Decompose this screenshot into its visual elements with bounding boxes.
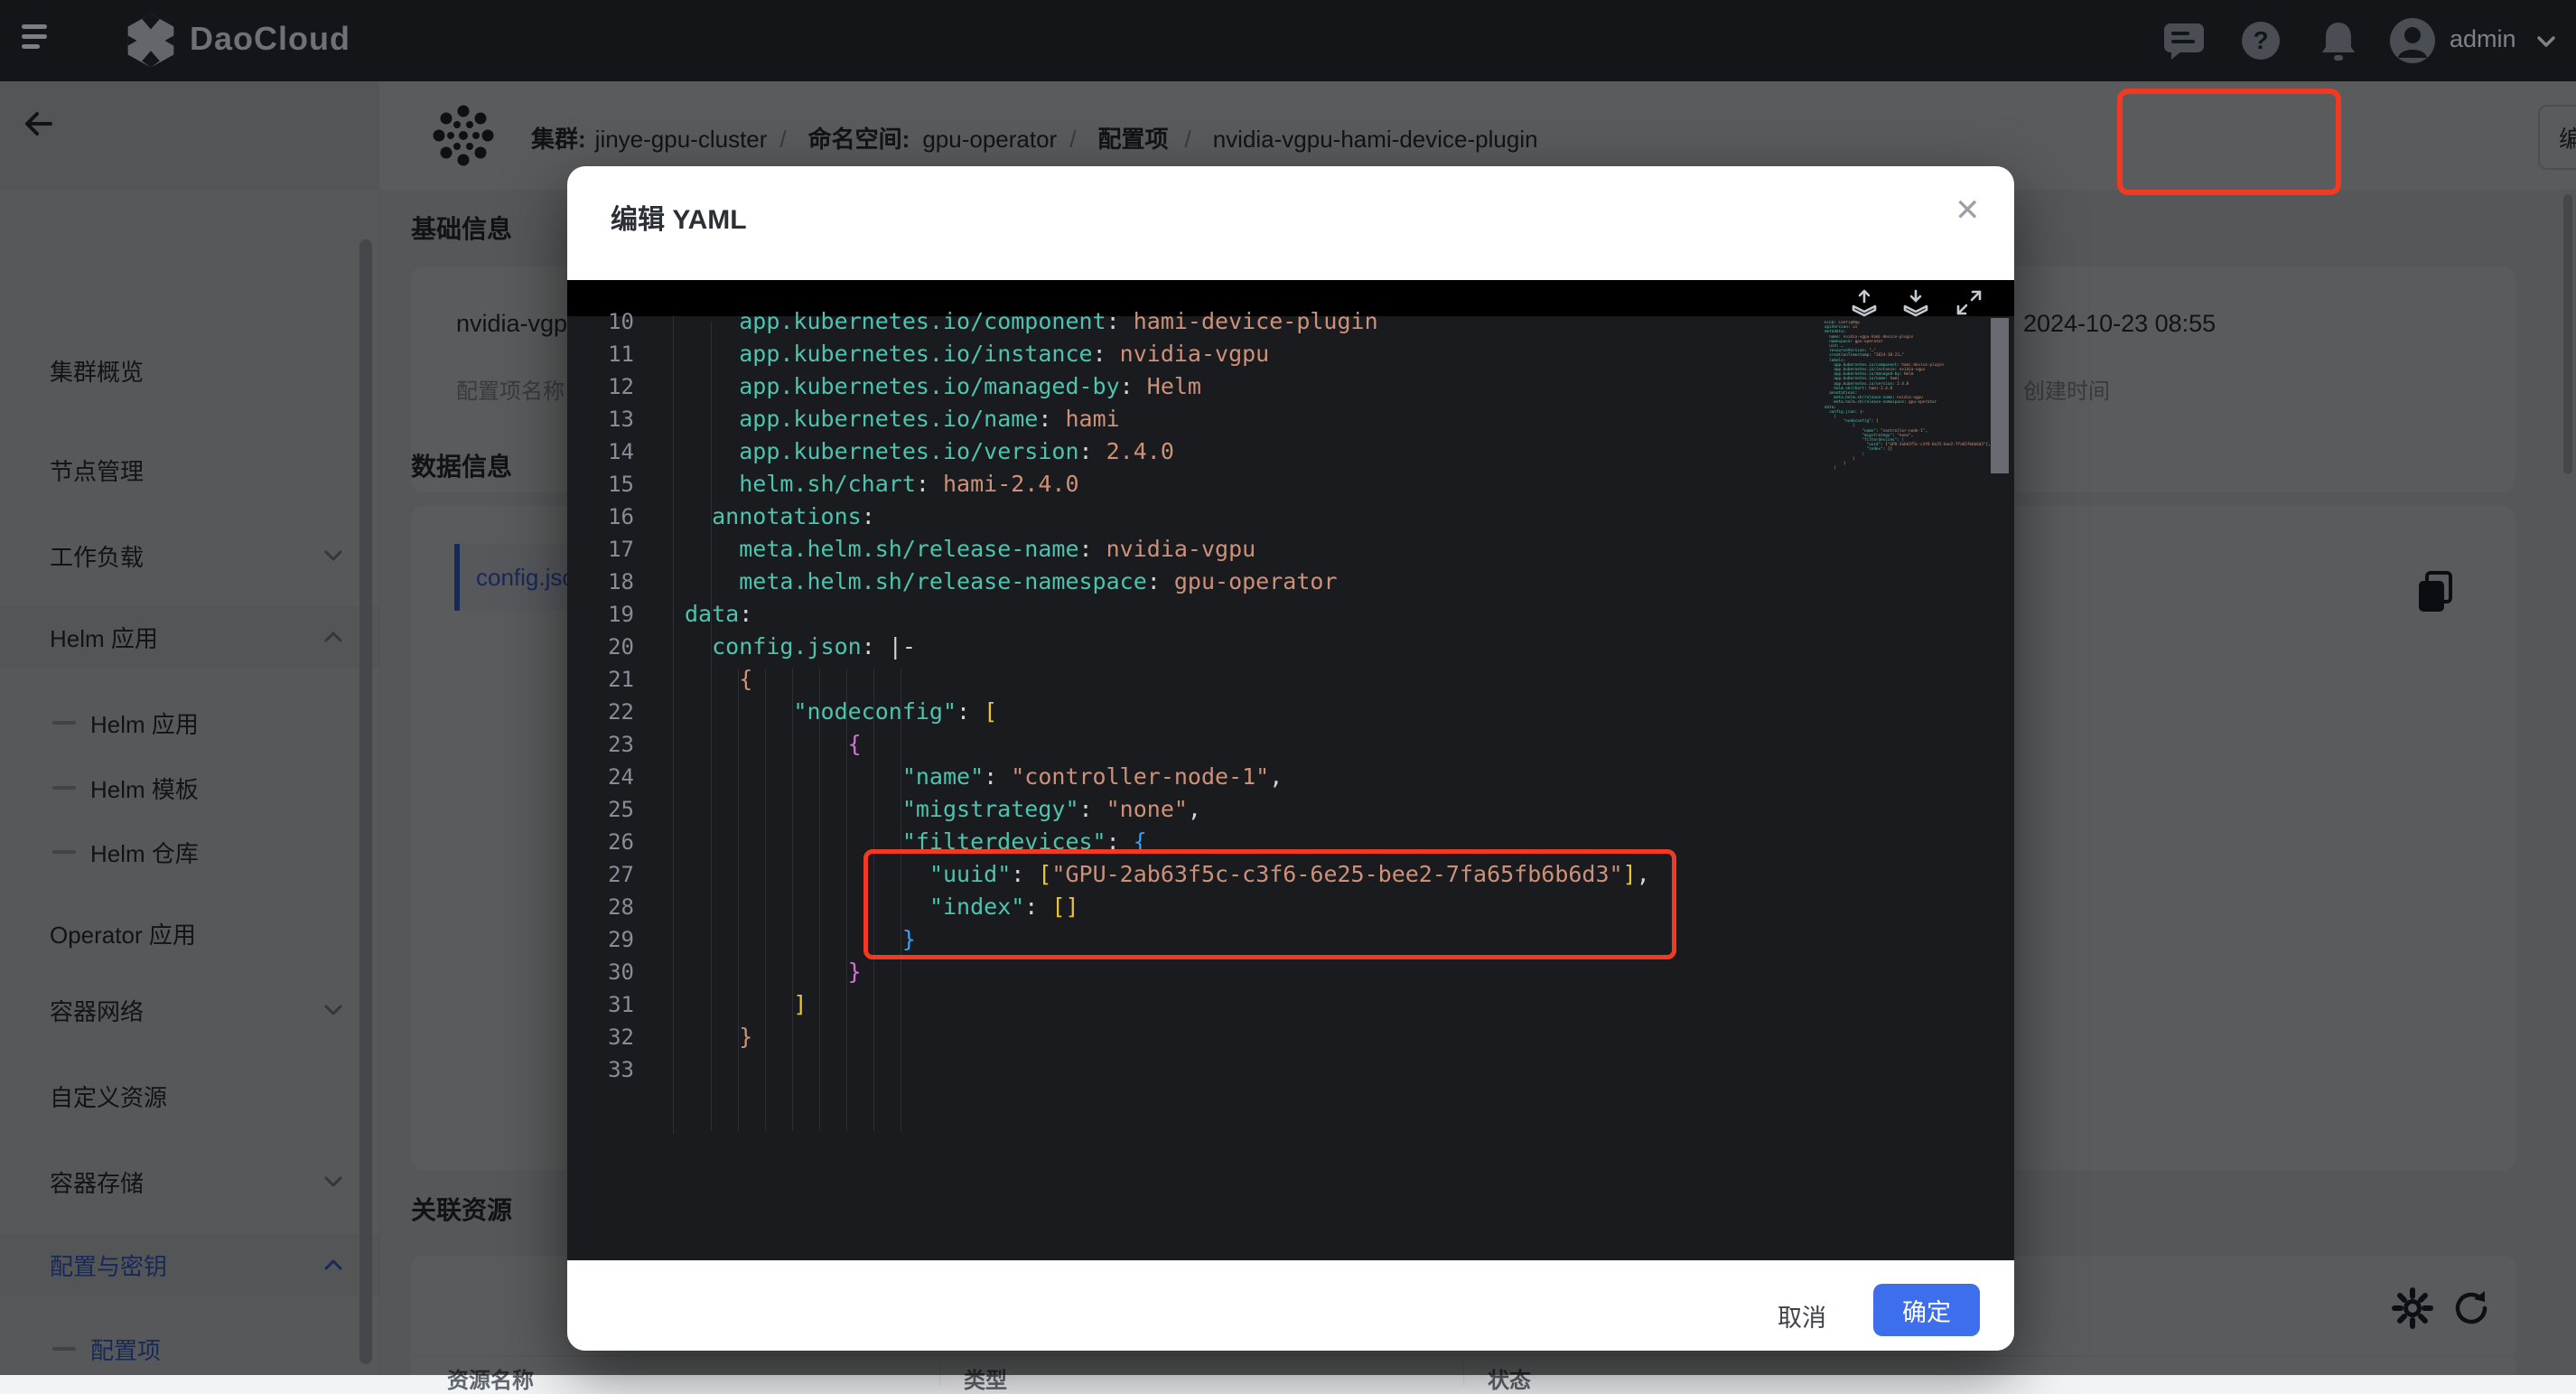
- line-number: 27: [594, 858, 634, 891]
- line-number: 32: [594, 1021, 634, 1053]
- code-line-24: 24 "name": "controller-node-1",: [567, 761, 2014, 793]
- code-line-17: 17 meta.helm.sh/release-name: nvidia-vgp…: [567, 533, 2014, 566]
- editor-minimap[interactable]: kind: ConfigMapapiVersion: v1metadata: n…: [1825, 321, 2001, 476]
- line-number: 12: [594, 370, 634, 403]
- line-number: 17: [594, 533, 634, 566]
- line-number: 24: [594, 761, 634, 793]
- code-line-18: 18 meta.helm.sh/release-namespace: gpu-o…: [567, 566, 2014, 598]
- code-line-12: 12 app.kubernetes.io/managed-by: Helm: [567, 370, 2014, 403]
- line-number: 19: [594, 598, 634, 631]
- help-icon[interactable]: ?: [2240, 20, 2282, 66]
- code-line-11: 11 app.kubernetes.io/instance: nvidia-vg…: [567, 338, 2014, 370]
- top-navbar: DaoCloud ? admin: [0, 0, 2576, 81]
- cancel-button[interactable]: 取消: [1778, 1298, 1826, 1333]
- code-line-30: 30 }: [567, 956, 2014, 988]
- line-number: 10: [594, 305, 634, 338]
- line-number: 18: [594, 566, 634, 598]
- modal-footer: 取消 确定: [567, 1260, 2014, 1351]
- line-number: 22: [594, 696, 634, 728]
- line-number: 33: [594, 1053, 634, 1086]
- confirm-button[interactable]: 确定: [1873, 1284, 1980, 1336]
- line-number: 15: [594, 468, 634, 501]
- annotation-box-filterdevices: [863, 849, 1676, 959]
- svg-text:?: ?: [2253, 26, 2268, 54]
- notification-bell-icon[interactable]: [2318, 19, 2359, 67]
- line-number: 13: [594, 403, 634, 435]
- username: admin: [2450, 25, 2516, 53]
- code-line-25: 25 "migstrategy": "none",: [567, 793, 2014, 826]
- line-number: 20: [594, 631, 634, 663]
- editor-scrollbar[interactable]: [1991, 318, 2009, 473]
- code-line-20: 20 config.json: |-: [567, 631, 2014, 663]
- message-icon[interactable]: [2162, 22, 2206, 66]
- line-number: 16: [594, 501, 634, 533]
- daocloud-logo-icon: [125, 13, 177, 73]
- code-line-32: 32 }: [567, 1021, 2014, 1053]
- code-line-16: 16 annotations:: [567, 501, 2014, 533]
- line-number: 28: [594, 891, 634, 923]
- avatar[interactable]: [2389, 17, 2436, 69]
- code-line-14: 14 app.kubernetes.io/version: 2.4.0: [567, 435, 2014, 468]
- annotation-box-edit-yaml: [2117, 89, 2341, 195]
- modal-title: 编辑 YAML: [611, 197, 747, 237]
- code-line-33: 33: [567, 1053, 2014, 1086]
- user-menu-chevron-icon[interactable]: [2534, 30, 2558, 58]
- code-line-19: 19data:: [567, 598, 2014, 631]
- line-number: 14: [594, 435, 634, 468]
- code-line-31: 31 ]: [567, 988, 2014, 1021]
- line-number: 25: [594, 793, 634, 826]
- edit-yaml-modal: 编辑 YAML ✕: [567, 166, 2014, 1351]
- brand-name: DaoCloud: [190, 20, 350, 58]
- line-number: 11: [594, 338, 634, 370]
- code-line-21: 21 {: [567, 663, 2014, 696]
- yaml-editor[interactable]: 10 app.kubernetes.io/component: hami-dev…: [567, 280, 2014, 1260]
- code-line-15: 15 helm.sh/chart: hami-2.4.0: [567, 468, 2014, 501]
- line-number: 30: [594, 956, 634, 988]
- code-line-22: 22 "nodeconfig": [: [567, 696, 2014, 728]
- code-line-23: 23 {: [567, 728, 2014, 761]
- line-number: 23: [594, 728, 634, 761]
- line-number: 26: [594, 826, 634, 858]
- hamburger-menu-icon[interactable]: [22, 24, 49, 49]
- code-line-13: 13 app.kubernetes.io/name: hami: [567, 403, 2014, 435]
- line-number: 29: [594, 923, 634, 956]
- line-number: 21: [594, 663, 634, 696]
- code-line-10: 10 app.kubernetes.io/component: hami-dev…: [567, 305, 2014, 338]
- close-icon[interactable]: ✕: [1955, 195, 1981, 226]
- line-number: 31: [594, 988, 634, 1021]
